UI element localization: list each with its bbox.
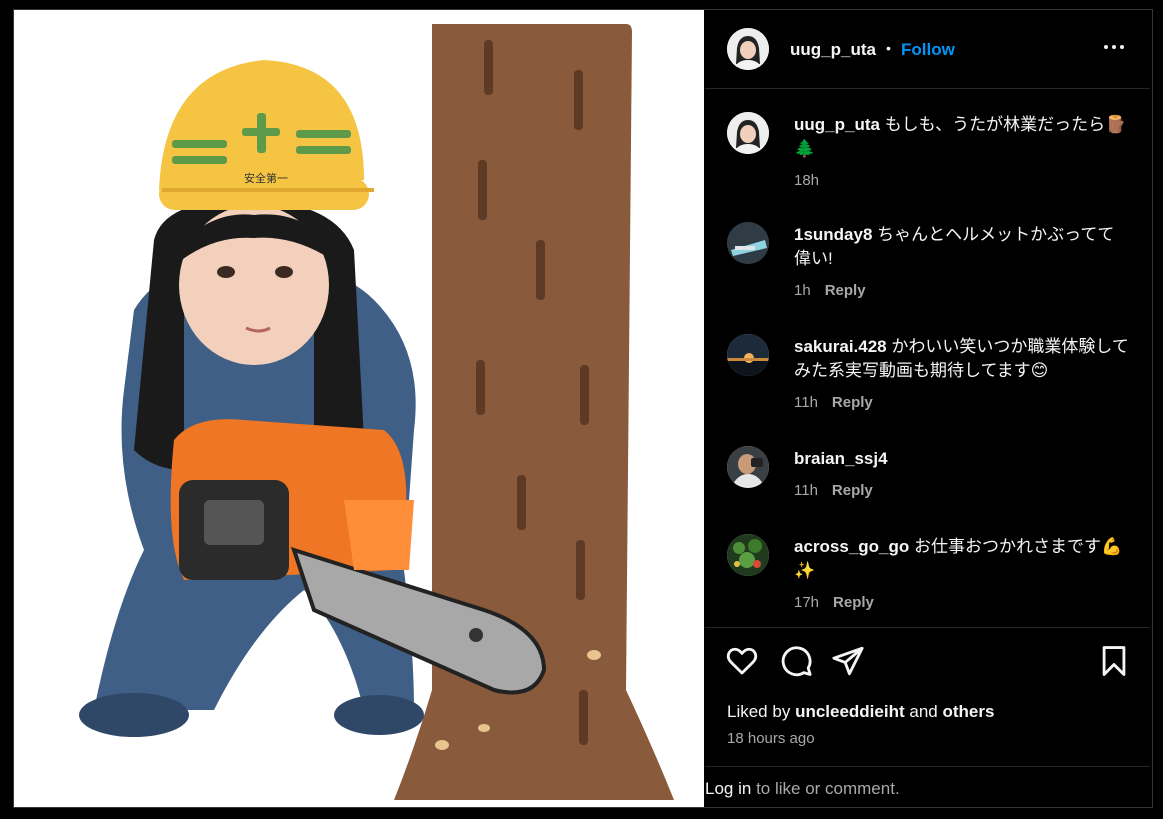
- post-modal: 安全第一 uug_p_uta • Follow uug_p_uta もしも、うた…: [13, 9, 1153, 808]
- post-illustration: 安全第一: [79, 24, 674, 800]
- commenter-avatar[interactable]: [727, 534, 769, 576]
- reply-button[interactable]: Reply: [833, 594, 874, 611]
- comment-time[interactable]: 11h: [794, 394, 818, 411]
- comment-icon[interactable]: [779, 644, 813, 678]
- post-image[interactable]: 安全第一: [14, 10, 704, 807]
- heart-icon[interactable]: [725, 644, 759, 678]
- likes-summary: Liked by uncleeddieiht and others: [727, 702, 994, 722]
- more-horizontal-icon[interactable]: [1101, 34, 1127, 60]
- login-rest: to like or comment.: [756, 779, 900, 798]
- comment-time[interactable]: 11h: [794, 482, 818, 499]
- caption-text: uug_p_uta もしも、うたが林業だったら🪵🌲: [794, 113, 1129, 161]
- post-side-panel: uug_p_uta • Follow uug_p_uta もしも、うたが林業だっ…: [705, 10, 1152, 807]
- author-avatar[interactable]: [727, 28, 769, 70]
- liked-and: and: [909, 702, 938, 721]
- comment-text: braian_ssj4: [794, 447, 1129, 471]
- comment-username[interactable]: 1sunday8: [794, 225, 872, 244]
- reply-button[interactable]: Reply: [832, 482, 873, 499]
- liked-others-link[interactable]: others: [942, 702, 994, 721]
- author-username[interactable]: uug_p_uta: [790, 40, 876, 60]
- liked-user-link[interactable]: uncleeddieiht: [795, 702, 905, 721]
- comment-time[interactable]: 1h: [794, 282, 811, 299]
- liked-prefix: Liked by: [727, 702, 791, 721]
- commenter-avatar[interactable]: [727, 222, 769, 264]
- reply-button[interactable]: Reply: [832, 394, 873, 411]
- share-icon[interactable]: [831, 644, 865, 678]
- comment-username[interactable]: sakurai.428: [794, 337, 887, 356]
- comment-meta: 17h Reply: [794, 594, 874, 611]
- login-prompt: Log in to like or comment.: [705, 779, 900, 799]
- separator-dot: •: [886, 40, 891, 56]
- commenter-avatar[interactable]: [727, 334, 769, 376]
- commenter-avatar[interactable]: [727, 446, 769, 488]
- comment-meta: 18h: [794, 172, 819, 189]
- helmet-text: 安全第一: [244, 171, 288, 185]
- comment-meta: 11h Reply: [794, 482, 873, 499]
- comment-text: 1sunday8 ちゃんとヘルメットかぶってて偉い!: [794, 223, 1129, 271]
- post-actions: Liked by uncleeddieiht and others 18 hou…: [705, 627, 1150, 778]
- post-time[interactable]: 18 hours ago: [727, 730, 815, 747]
- follow-button[interactable]: Follow: [901, 40, 955, 60]
- reply-button[interactable]: Reply: [825, 282, 866, 299]
- comment-username[interactable]: across_go_go: [794, 537, 909, 556]
- bookmark-icon[interactable]: [1097, 644, 1131, 678]
- comment-text: sakurai.428 かわいい笑いつか職業体験してみた系実写動画も期待してます…: [794, 335, 1129, 383]
- post-header: uug_p_uta • Follow: [705, 10, 1150, 89]
- comment-text: across_go_go お仕事おつかれさまです💪✨: [794, 535, 1129, 583]
- comment-username[interactable]: braian_ssj4: [794, 449, 888, 468]
- comment-time[interactable]: 18h: [794, 172, 819, 189]
- caption-avatar[interactable]: [727, 112, 769, 154]
- comment-time[interactable]: 17h: [794, 594, 819, 611]
- comment-meta: 1h Reply: [794, 282, 866, 299]
- comment-meta: 11h Reply: [794, 394, 873, 411]
- comment-username[interactable]: uug_p_uta: [794, 115, 880, 134]
- login-bar: Log in to like or comment.: [705, 766, 1150, 807]
- login-link[interactable]: Log in: [705, 779, 751, 798]
